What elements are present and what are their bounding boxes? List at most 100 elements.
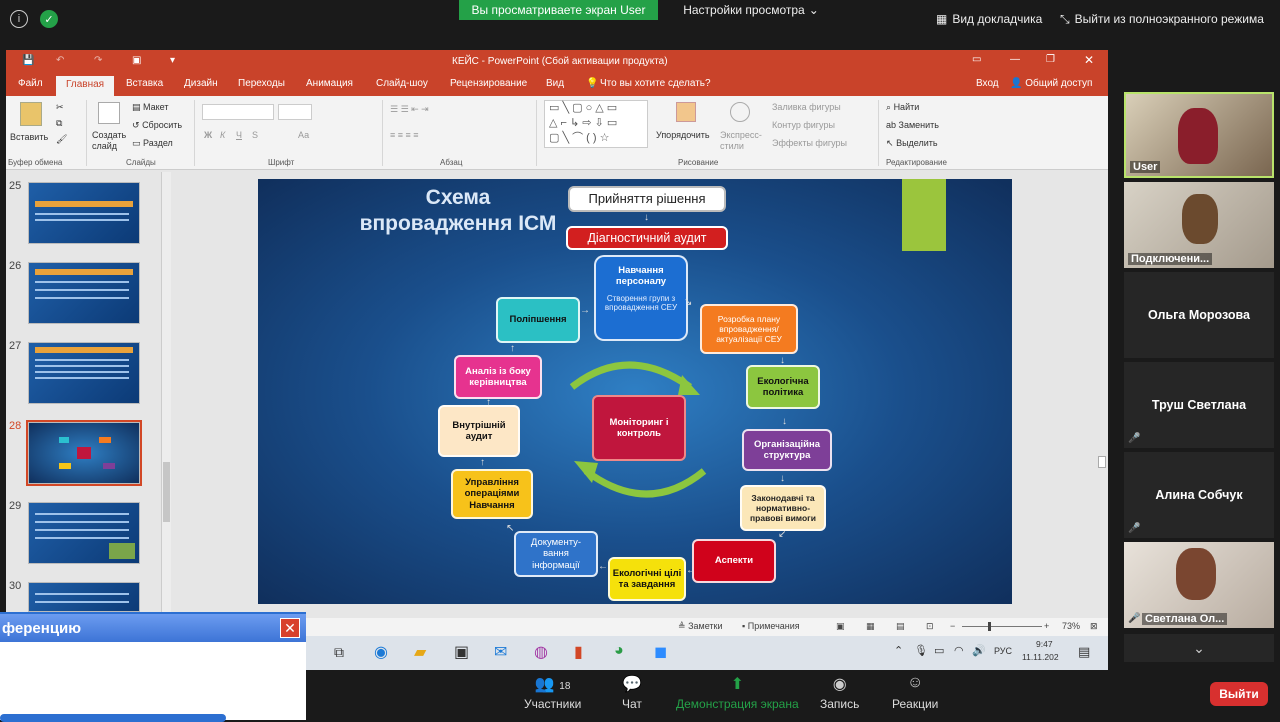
battery-icon[interactable]: ▭ (934, 644, 944, 657)
participant-tile[interactable]: Алина Собчук 🎤 (1124, 452, 1274, 538)
font-size-dropdown[interactable] (278, 104, 312, 120)
tab-insert[interactable]: Вставка (126, 78, 163, 89)
clock-date[interactable]: 11.11.202 (1022, 652, 1059, 662)
slide-thumbnail[interactable] (28, 502, 140, 564)
share-screen-button[interactable]: ⬆ Демонстрация экрана (676, 674, 799, 711)
shape-fill-button[interactable]: Заливка фигуры (772, 102, 841, 112)
slide-thumbnail[interactable] (28, 182, 140, 244)
store-icon[interactable]: ▣ (454, 642, 469, 662)
normal-view-icon[interactable]: ▣ (836, 621, 845, 632)
tab-view[interactable]: Вид (546, 78, 564, 89)
font-name-dropdown[interactable] (202, 104, 274, 120)
underline-icon[interactable]: Ч (236, 130, 242, 140)
participant-tile[interactable]: Ольга Морозова (1124, 272, 1274, 358)
slide-thumbnail[interactable] (28, 342, 140, 404)
bold-icon[interactable]: Ж (204, 130, 212, 140)
signin-link[interactable]: Вход (976, 78, 999, 89)
select-button[interactable]: ↖ Выделить (886, 138, 938, 149)
minimize-icon[interactable]: — (1010, 54, 1020, 65)
exit-fullscreen-button[interactable]: ⤡ Выйти из полноэкранного режима (1060, 8, 1264, 30)
participant-tile[interactable]: Труш Светлана 🎤 (1124, 362, 1274, 448)
chat-button[interactable]: 💬 Чат (622, 674, 642, 711)
shape-effects-button[interactable]: Эффекты фигуры (772, 138, 847, 148)
save-icon[interactable]: 💾 (22, 55, 34, 66)
comments-button[interactable]: ▪ Примечания (742, 621, 800, 631)
language-indicator[interactable]: РУС (994, 646, 1012, 656)
participant-tile[interactable]: Светлана Ол... 🎤 (1124, 542, 1274, 628)
copy-icon[interactable]: ⧉ (56, 118, 62, 129)
tell-me-input[interactable]: Что вы хотите сделать? (600, 78, 711, 89)
leave-button[interactable]: Выйти (1210, 682, 1268, 706)
share-button[interactable]: 👤 Общий доступ (1010, 78, 1092, 89)
slide-thumbnail[interactable] (28, 582, 140, 612)
fit-slide-icon[interactable]: ⊠ (1090, 621, 1098, 632)
shapes-gallery[interactable]: ▭ ╲ ▢ ○ △ ▭ △ ⌐ ↳ ⇨ ⇩ ▭ ▢ ╲ ⌒ ( ) ☆ (544, 100, 648, 148)
tab-home[interactable]: Главная (56, 76, 115, 96)
italic-icon[interactable]: К (220, 130, 225, 140)
undo-icon[interactable]: ↶ (56, 55, 64, 66)
align-icon[interactable]: ≡ ≡ ≡ ≡ (390, 130, 419, 140)
speaker-view-button[interactable]: ▦ Вид докладчика (936, 8, 1042, 30)
tab-animation[interactable]: Анимация (306, 78, 353, 89)
tab-transitions[interactable]: Переходы (238, 78, 285, 89)
scroll-down-button[interactable]: ⌄ (1124, 634, 1274, 662)
sorter-view-icon[interactable]: ▦ (866, 621, 875, 632)
format-painter-icon[interactable]: 🖌 (56, 134, 67, 145)
ribbon-display-icon[interactable]: ▭ (972, 54, 981, 65)
zoom-app-icon[interactable]: ◼ (654, 642, 667, 662)
info-icon[interactable]: i (10, 10, 28, 28)
reset-button[interactable]: ↺ Сбросить (132, 120, 182, 131)
new-slide-icon[interactable] (98, 102, 120, 124)
reactions-button[interactable]: ☺ Реакции (892, 674, 938, 711)
find-button[interactable]: ⌕ Найти (886, 102, 919, 113)
section-button[interactable]: ▭ Раздел (132, 138, 173, 149)
popup-button-edge[interactable] (0, 714, 226, 722)
thumbnails-scrollbar[interactable] (161, 172, 171, 612)
bullets-icon[interactable]: ☰ ☰ ⇤ ⇥ (390, 104, 429, 115)
slideshow-start-icon[interactable]: ▣ (132, 55, 141, 66)
express-styles-icon[interactable] (730, 102, 750, 122)
zoom-out-icon[interactable]: − (950, 621, 955, 631)
volume-icon[interactable]: 🔊 (972, 644, 986, 657)
strikethrough-icon[interactable]: S (252, 130, 258, 140)
notes-button[interactable]: ≜ Заметки (678, 621, 723, 632)
arrange-icon[interactable] (676, 102, 696, 122)
slide-thumbnail[interactable] (28, 262, 140, 324)
tab-file[interactable]: Файл (18, 78, 43, 89)
view-options-button[interactable]: Настройки просмотра ⌄ (676, 0, 826, 20)
paste-icon[interactable] (20, 102, 42, 126)
shape-outline-button[interactable]: Контур фигуры (772, 120, 835, 130)
explorer-icon[interactable]: ▰ (414, 642, 426, 662)
slideshow-view-icon[interactable]: ⊡ (926, 621, 934, 632)
mic-tray-icon[interactable]: 🎙 (914, 644, 928, 657)
record-button[interactable]: ◉ Запись (820, 674, 859, 711)
zoom-slider-thumb[interactable] (988, 622, 991, 631)
shield-check-icon[interactable]: ✓ (40, 10, 58, 28)
powerpoint-icon[interactable]: ▮ (574, 642, 583, 662)
mail-icon[interactable]: ✉ (494, 642, 507, 662)
participants-button[interactable]: 👥 18 Участники (524, 674, 581, 711)
slide[interactable]: Схема впровадження ІСМ Прийняття рішення… (258, 179, 1012, 604)
reading-view-icon[interactable]: ▤ (896, 621, 905, 632)
zoom-slider[interactable] (962, 626, 1042, 627)
clock-time[interactable]: 9:47 (1036, 639, 1053, 649)
close-icon[interactable]: ✕ (1084, 53, 1094, 67)
paste-button[interactable]: Вставить (10, 132, 48, 142)
font-size-text-icon[interactable]: Аа (298, 130, 309, 140)
chrome-icon[interactable]: ◕ (614, 642, 624, 660)
notifications-icon[interactable]: ▤ (1078, 644, 1090, 660)
layout-button[interactable]: ▤ Макет (132, 102, 169, 113)
express-styles-button[interactable]: Экспресс-стили (720, 130, 770, 152)
customize-qat-icon[interactable]: ▾ (170, 55, 175, 66)
participant-tile[interactable]: Подключени... (1124, 182, 1274, 268)
tab-slideshow[interactable]: Слайд-шоу (376, 78, 428, 89)
slide-scrollbar[interactable] (1096, 172, 1108, 612)
viber-icon[interactable]: ◍ (534, 642, 548, 662)
zoom-in-icon[interactable]: + (1044, 621, 1049, 631)
create-slide-button[interactable]: Создать слайд (92, 130, 130, 152)
tab-review[interactable]: Рецензирование (450, 78, 527, 89)
participant-tile-active[interactable]: User (1124, 92, 1274, 178)
slide-thumbnail-selected[interactable] (26, 420, 142, 486)
cut-icon[interactable]: ✂ (56, 102, 64, 113)
arrange-button[interactable]: Упорядочить (656, 130, 710, 140)
